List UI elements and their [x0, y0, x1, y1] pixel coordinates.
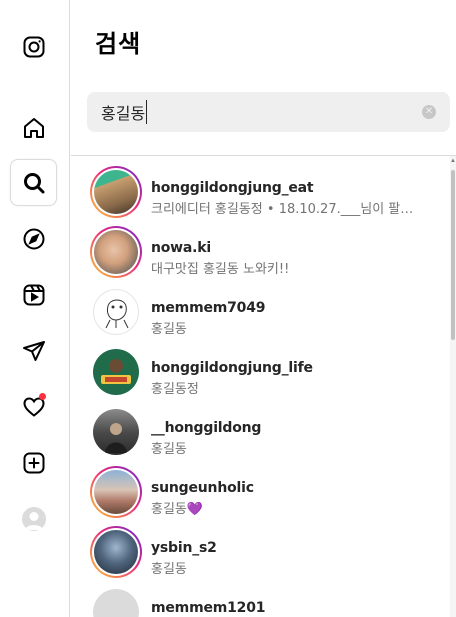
- result-row[interactable]: __honggildong 홍길동: [71, 400, 449, 460]
- result-username: honggildongjung_life: [151, 360, 313, 376]
- avatar-frame: [90, 346, 142, 398]
- story-ring: [90, 526, 142, 578]
- instagram-logo-icon[interactable]: [10, 23, 57, 70]
- story-ring: [90, 166, 142, 218]
- avatar-frame: [90, 406, 142, 458]
- result-row[interactable]: ysbin_s2 홍길동: [71, 520, 449, 580]
- search-panel: 검색 홍길동 ✕ honggildongjung_eat 크리에디터 홍길동정 …: [71, 0, 456, 617]
- compass-icon[interactable]: [10, 215, 57, 262]
- search-icon[interactable]: [10, 159, 57, 206]
- notification-badge: [39, 393, 46, 400]
- result-username: ysbin_s2: [151, 540, 217, 556]
- profile-avatar[interactable]: [10, 495, 57, 542]
- result-username: honggildongjung_eat: [151, 180, 314, 196]
- search-value: 홍길동: [101, 100, 148, 124]
- result-row[interactable]: honggildongjung_life 홍길동정: [71, 340, 449, 400]
- plus-square-icon[interactable]: [10, 439, 57, 486]
- avatar: [21, 506, 46, 531]
- avatar: [93, 589, 139, 617]
- result-subtitle: 크리에디터 홍길동정 • 18.10.27.___님이 팔…: [151, 202, 414, 217]
- avatar-frame: [90, 286, 142, 338]
- heart-icon[interactable]: [10, 383, 57, 430]
- nav-rail: [0, 0, 70, 617]
- story-ring: [90, 466, 142, 518]
- result-subtitle: 대구맛집 홍길동 노와키!!: [151, 262, 290, 277]
- result-subtitle: 홍길동정: [151, 382, 199, 397]
- avatar: [93, 409, 139, 455]
- panel-title: 검색: [95, 30, 142, 58]
- result-subtitle: 홍길동💜: [151, 502, 204, 517]
- purple-heart-icon: 💜: [186, 502, 204, 517]
- avatar: [93, 349, 139, 395]
- scrollbar-thumb[interactable]: [451, 170, 455, 340]
- divider: [71, 155, 456, 156]
- result-username: nowa.ki: [151, 240, 211, 256]
- story-ring: [90, 226, 142, 278]
- result-row[interactable]: honggildongjung_eat 크리에디터 홍길동정 • 18.10.2…: [71, 160, 449, 220]
- result-subtitle: 홍길동: [151, 322, 187, 337]
- result-username: __honggildong: [151, 420, 262, 436]
- search-results: honggildongjung_eat 크리에디터 홍길동정 • 18.10.2…: [71, 160, 449, 617]
- avatar-frame: [90, 586, 142, 617]
- result-row[interactable]: sungeunholic 홍길동💜: [71, 460, 449, 520]
- reels-icon[interactable]: [10, 271, 57, 318]
- avatar: [94, 170, 138, 214]
- avatar: [93, 289, 139, 335]
- clear-circle-icon[interactable]: ✕: [422, 105, 436, 119]
- avatar: [94, 530, 138, 574]
- avatar: [94, 230, 138, 274]
- result-subtitle: 홍길동: [151, 442, 187, 457]
- result-row[interactable]: nowa.ki 대구맛집 홍길동 노와키!!: [71, 220, 449, 280]
- search-input[interactable]: 홍길동 ✕: [87, 92, 450, 132]
- result-username: memmem7049: [151, 300, 266, 316]
- paper-plane-icon[interactable]: [10, 327, 57, 374]
- scroll-up-arrow-icon[interactable]: ▲: [450, 157, 456, 165]
- result-subtitle: 홍길동: [151, 562, 187, 577]
- result-username: memmem1201: [151, 600, 266, 616]
- result-row[interactable]: memmem7049 홍길동: [71, 280, 449, 340]
- home-icon[interactable]: [10, 104, 57, 151]
- result-username: sungeunholic: [151, 480, 254, 496]
- result-row[interactable]: memmem1201: [71, 580, 449, 617]
- avatar: [94, 470, 138, 514]
